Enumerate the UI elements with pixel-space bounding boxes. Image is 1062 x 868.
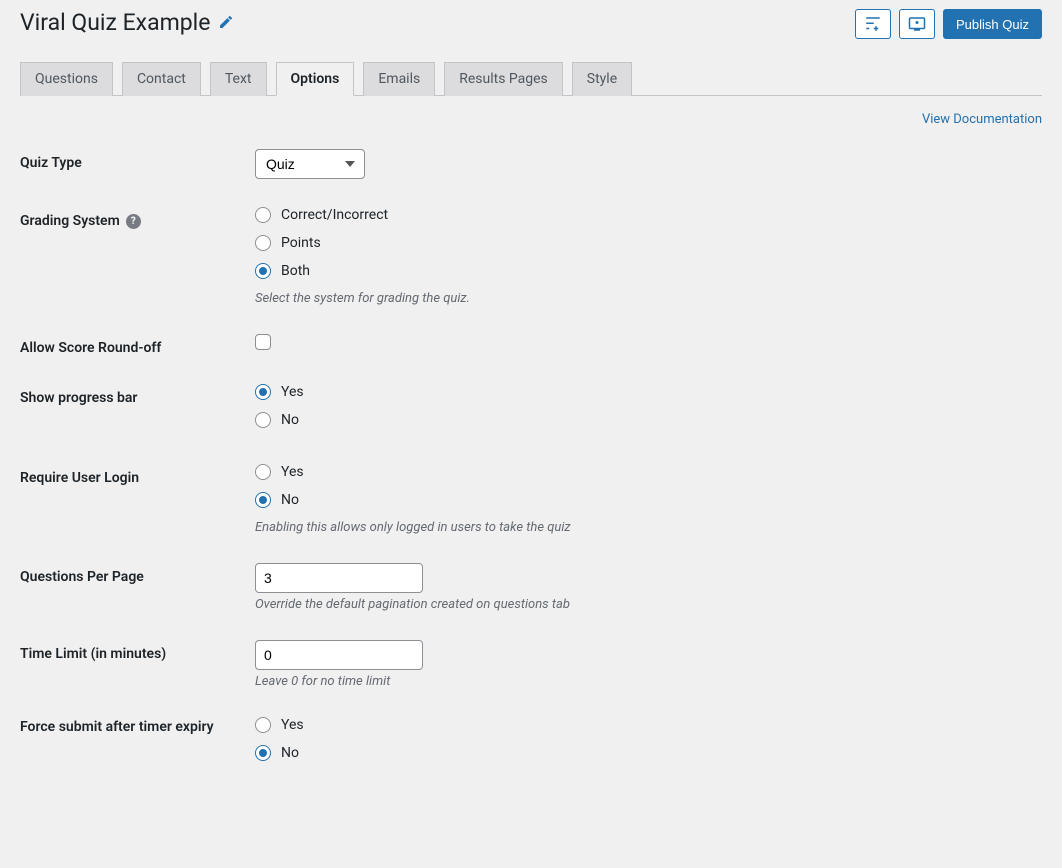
force-option-label: No — [281, 745, 299, 761]
progress-label: Show progress bar — [20, 384, 255, 406]
quiz-type-label: Quiz Type — [20, 149, 255, 171]
view-documentation-link[interactable]: View Documentation — [922, 112, 1042, 127]
login-no-radio[interactable] — [255, 492, 271, 508]
grading-option-label: Correct/Incorrect — [281, 207, 388, 223]
tab-text[interactable]: Text — [210, 62, 267, 96]
qpp-help-text: Override the default pagination created … — [255, 597, 1042, 612]
tab-results-pages[interactable]: Results Pages — [444, 62, 563, 96]
tab-style[interactable]: Style — [572, 62, 632, 96]
help-icon[interactable]: ? — [126, 214, 141, 229]
grading-points-radio[interactable] — [255, 235, 271, 251]
qpp-input[interactable] — [255, 563, 423, 593]
grading-option-label: Points — [281, 235, 321, 251]
force-no-radio[interactable] — [255, 745, 271, 761]
tab-questions[interactable]: Questions — [20, 62, 113, 96]
tab-emails[interactable]: Emails — [363, 62, 435, 96]
progress-yes-radio[interactable] — [255, 384, 271, 400]
progress-option-label: Yes — [281, 384, 304, 400]
grading-help-text: Select the system for grading the quiz. — [255, 291, 1042, 306]
progress-option-label: No — [281, 412, 299, 428]
page-title-text: Viral Quiz Example — [20, 9, 210, 36]
time-limit-help-text: Leave 0 for no time limit — [255, 674, 1042, 689]
time-limit-input[interactable] — [255, 640, 423, 670]
login-help-text: Enabling this allows only logged in user… — [255, 520, 1042, 535]
tab-contact[interactable]: Contact — [122, 62, 201, 96]
publish-button[interactable]: Publish Quiz — [943, 9, 1042, 39]
login-option-label: Yes — [281, 464, 304, 480]
force-submit-label: Force submit after timer expiry — [20, 717, 255, 735]
login-label: Require User Login — [20, 464, 255, 486]
roundoff-label: Allow Score Round-off — [20, 334, 255, 356]
force-option-label: Yes — [281, 717, 304, 733]
time-limit-label: Time Limit (in minutes) — [20, 640, 255, 662]
edit-title-icon[interactable] — [218, 9, 234, 36]
roundoff-checkbox[interactable] — [255, 334, 271, 350]
tabs: Questions Contact Text Options Emails Re… — [20, 61, 1042, 96]
tab-options[interactable]: Options — [276, 62, 355, 96]
grading-correct-incorrect-radio[interactable] — [255, 207, 271, 223]
grading-both-radio[interactable] — [255, 263, 271, 279]
preview-icon-button[interactable] — [899, 9, 935, 39]
force-yes-radio[interactable] — [255, 717, 271, 733]
grading-system-label: Grading System — [20, 213, 120, 229]
login-yes-radio[interactable] — [255, 464, 271, 480]
progress-no-radio[interactable] — [255, 412, 271, 428]
page-title: Viral Quiz Example — [20, 9, 234, 36]
settings-icon-button[interactable] — [855, 9, 891, 39]
quiz-type-select[interactable]: Quiz — [255, 149, 365, 179]
qpp-label: Questions Per Page — [20, 563, 255, 585]
login-option-label: No — [281, 492, 299, 508]
grading-option-label: Both — [281, 263, 310, 279]
